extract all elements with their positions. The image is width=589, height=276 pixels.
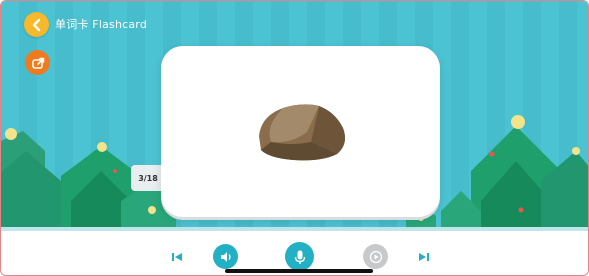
microphone-button[interactable]: [285, 242, 314, 271]
share-button[interactable]: [25, 50, 50, 75]
rock-image: [259, 104, 345, 161]
speaker-button[interactable]: [213, 244, 238, 269]
play-icon: [369, 250, 382, 263]
card-counter: 3/18: [131, 165, 165, 191]
bottom-toolbar: [1, 242, 588, 272]
home-indicator: [225, 269, 373, 273]
first-card-button[interactable]: [170, 250, 184, 264]
last-card-button[interactable]: [417, 250, 431, 264]
skip-back-icon: [172, 253, 182, 261]
speaker-icon: [220, 251, 231, 262]
share-icon: [31, 57, 44, 69]
page-title: 单词卡 Flashcard: [55, 18, 148, 31]
back-button[interactable]: [24, 12, 49, 37]
microphone-icon: [294, 250, 305, 264]
flashcard[interactable]: [161, 46, 440, 217]
skip-forward-icon: [419, 253, 429, 261]
play-button[interactable]: [363, 244, 388, 269]
flashcard-screen: 单词卡 Flashcard 3/18: [0, 0, 589, 276]
chevron-left-icon: [32, 18, 40, 31]
